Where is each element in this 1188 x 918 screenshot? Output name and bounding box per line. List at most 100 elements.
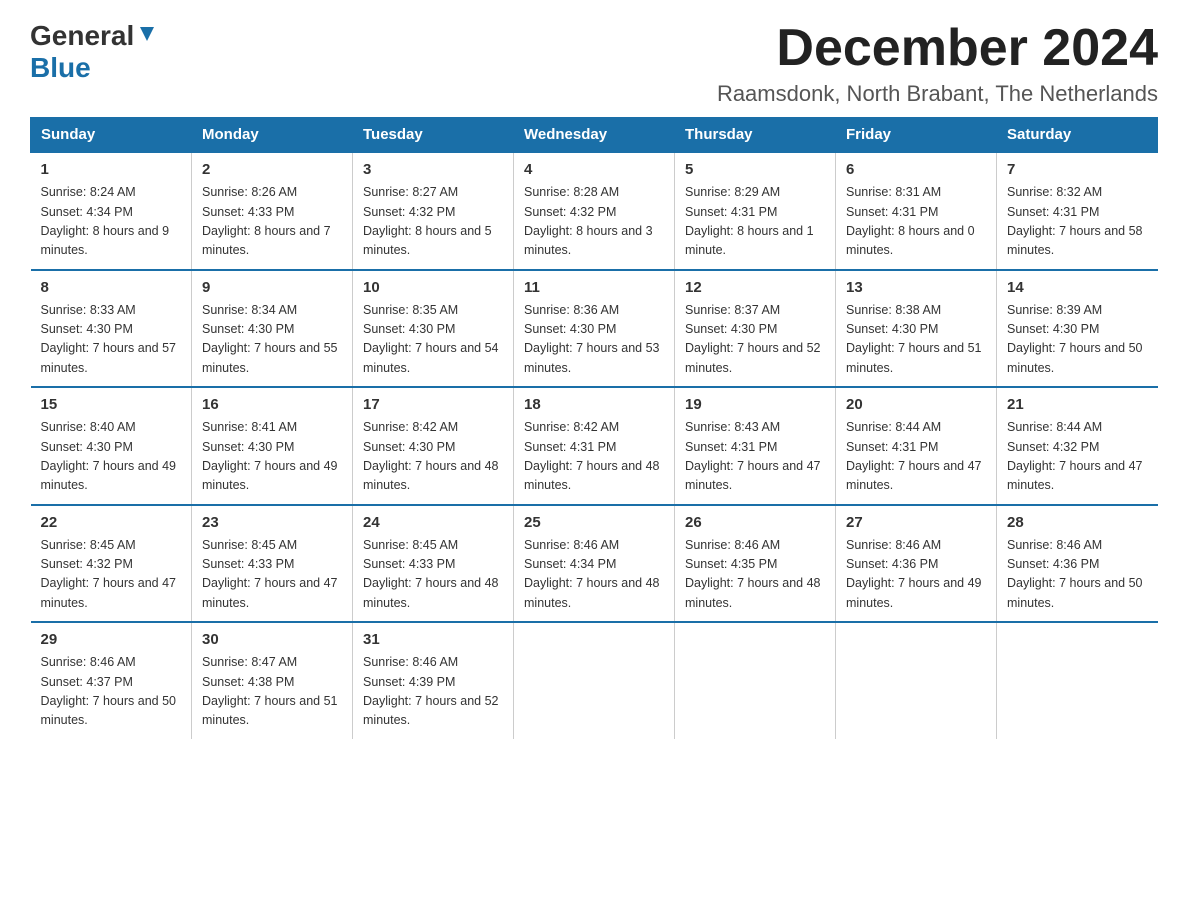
calendar-table: Sunday Monday Tuesday Wednesday Thursday… xyxy=(30,117,1158,739)
col-sunday: Sunday xyxy=(31,118,192,153)
calendar-cell: 1 Sunrise: 8:24 AM Sunset: 4:34 PM Dayli… xyxy=(31,152,192,270)
day-info: Sunrise: 8:43 AM Sunset: 4:31 PM Dayligh… xyxy=(685,418,825,496)
day-info: Sunrise: 8:46 AM Sunset: 4:35 PM Dayligh… xyxy=(685,536,825,614)
logo-general-text: General xyxy=(30,20,134,52)
day-info: Sunrise: 8:29 AM Sunset: 4:31 PM Dayligh… xyxy=(685,183,825,261)
calendar-cell: 5 Sunrise: 8:29 AM Sunset: 4:31 PM Dayli… xyxy=(675,152,836,270)
calendar-cell: 14 Sunrise: 8:39 AM Sunset: 4:30 PM Dayl… xyxy=(997,270,1158,388)
calendar-cell: 12 Sunrise: 8:37 AM Sunset: 4:30 PM Dayl… xyxy=(675,270,836,388)
col-thursday: Thursday xyxy=(675,118,836,153)
location-title: Raamsdonk, North Brabant, The Netherland… xyxy=(717,81,1158,107)
calendar-cell: 8 Sunrise: 8:33 AM Sunset: 4:30 PM Dayli… xyxy=(31,270,192,388)
day-info: Sunrise: 8:33 AM Sunset: 4:30 PM Dayligh… xyxy=(41,301,182,379)
calendar-cell: 30 Sunrise: 8:47 AM Sunset: 4:38 PM Dayl… xyxy=(192,622,353,739)
day-info: Sunrise: 8:42 AM Sunset: 4:31 PM Dayligh… xyxy=(524,418,664,496)
day-info: Sunrise: 8:26 AM Sunset: 4:33 PM Dayligh… xyxy=(202,183,342,261)
day-info: Sunrise: 8:24 AM Sunset: 4:34 PM Dayligh… xyxy=(41,183,182,261)
calendar-cell: 9 Sunrise: 8:34 AM Sunset: 4:30 PM Dayli… xyxy=(192,270,353,388)
day-number: 21 xyxy=(1007,396,1148,413)
calendar-cell: 7 Sunrise: 8:32 AM Sunset: 4:31 PM Dayli… xyxy=(997,152,1158,270)
day-info: Sunrise: 8:45 AM Sunset: 4:32 PM Dayligh… xyxy=(41,536,182,614)
day-number: 8 xyxy=(41,279,182,296)
calendar-cell: 18 Sunrise: 8:42 AM Sunset: 4:31 PM Dayl… xyxy=(514,387,675,505)
day-number: 24 xyxy=(363,514,503,531)
logo: General Blue xyxy=(30,20,158,84)
calendar-cell: 31 Sunrise: 8:46 AM Sunset: 4:39 PM Dayl… xyxy=(353,622,514,739)
day-number: 1 xyxy=(41,161,182,178)
page-header: General Blue December 2024 Raamsdonk, No… xyxy=(30,20,1158,107)
day-info: Sunrise: 8:35 AM Sunset: 4:30 PM Dayligh… xyxy=(363,301,503,379)
day-number: 29 xyxy=(41,631,182,648)
calendar-cell xyxy=(514,622,675,739)
day-info: Sunrise: 8:44 AM Sunset: 4:31 PM Dayligh… xyxy=(846,418,986,496)
calendar-cell: 19 Sunrise: 8:43 AM Sunset: 4:31 PM Dayl… xyxy=(675,387,836,505)
day-number: 20 xyxy=(846,396,986,413)
calendar-body: 1 Sunrise: 8:24 AM Sunset: 4:34 PM Dayli… xyxy=(31,152,1158,739)
day-info: Sunrise: 8:36 AM Sunset: 4:30 PM Dayligh… xyxy=(524,301,664,379)
calendar-cell: 26 Sunrise: 8:46 AM Sunset: 4:35 PM Dayl… xyxy=(675,505,836,623)
calendar-cell: 16 Sunrise: 8:41 AM Sunset: 4:30 PM Dayl… xyxy=(192,387,353,505)
title-block: December 2024 Raamsdonk, North Brabant, … xyxy=(717,20,1158,107)
calendar-cell: 28 Sunrise: 8:46 AM Sunset: 4:36 PM Dayl… xyxy=(997,505,1158,623)
col-friday: Friday xyxy=(836,118,997,153)
calendar-cell: 10 Sunrise: 8:35 AM Sunset: 4:30 PM Dayl… xyxy=(353,270,514,388)
day-number: 16 xyxy=(202,396,342,413)
day-number: 27 xyxy=(846,514,986,531)
calendar-week-row: 22 Sunrise: 8:45 AM Sunset: 4:32 PM Dayl… xyxy=(31,505,1158,623)
calendar-cell: 21 Sunrise: 8:44 AM Sunset: 4:32 PM Dayl… xyxy=(997,387,1158,505)
day-number: 5 xyxy=(685,161,825,178)
day-number: 17 xyxy=(363,396,503,413)
day-number: 15 xyxy=(41,396,182,413)
day-number: 12 xyxy=(685,279,825,296)
day-number: 18 xyxy=(524,396,664,413)
day-info: Sunrise: 8:45 AM Sunset: 4:33 PM Dayligh… xyxy=(363,536,503,614)
day-info: Sunrise: 8:46 AM Sunset: 4:34 PM Dayligh… xyxy=(524,536,664,614)
day-info: Sunrise: 8:31 AM Sunset: 4:31 PM Dayligh… xyxy=(846,183,986,261)
logo-blue-text: Blue xyxy=(30,52,91,84)
day-info: Sunrise: 8:32 AM Sunset: 4:31 PM Dayligh… xyxy=(1007,183,1148,261)
day-number: 9 xyxy=(202,279,342,296)
calendar-header: Sunday Monday Tuesday Wednesday Thursday… xyxy=(31,118,1158,153)
calendar-week-row: 8 Sunrise: 8:33 AM Sunset: 4:30 PM Dayli… xyxy=(31,270,1158,388)
calendar-cell: 27 Sunrise: 8:46 AM Sunset: 4:36 PM Dayl… xyxy=(836,505,997,623)
day-number: 22 xyxy=(41,514,182,531)
day-number: 13 xyxy=(846,279,986,296)
calendar-cell: 6 Sunrise: 8:31 AM Sunset: 4:31 PM Dayli… xyxy=(836,152,997,270)
calendar-week-row: 29 Sunrise: 8:46 AM Sunset: 4:37 PM Dayl… xyxy=(31,622,1158,739)
calendar-cell xyxy=(997,622,1158,739)
calendar-cell: 2 Sunrise: 8:26 AM Sunset: 4:33 PM Dayli… xyxy=(192,152,353,270)
calendar-week-row: 1 Sunrise: 8:24 AM Sunset: 4:34 PM Dayli… xyxy=(31,152,1158,270)
day-info: Sunrise: 8:34 AM Sunset: 4:30 PM Dayligh… xyxy=(202,301,342,379)
calendar-cell: 4 Sunrise: 8:28 AM Sunset: 4:32 PM Dayli… xyxy=(514,152,675,270)
col-tuesday: Tuesday xyxy=(353,118,514,153)
day-number: 19 xyxy=(685,396,825,413)
day-info: Sunrise: 8:46 AM Sunset: 4:36 PM Dayligh… xyxy=(1007,536,1148,614)
calendar-cell: 24 Sunrise: 8:45 AM Sunset: 4:33 PM Dayl… xyxy=(353,505,514,623)
logo-triangle-icon xyxy=(136,23,158,45)
day-info: Sunrise: 8:38 AM Sunset: 4:30 PM Dayligh… xyxy=(846,301,986,379)
day-info: Sunrise: 8:45 AM Sunset: 4:33 PM Dayligh… xyxy=(202,536,342,614)
day-number: 3 xyxy=(363,161,503,178)
day-info: Sunrise: 8:28 AM Sunset: 4:32 PM Dayligh… xyxy=(524,183,664,261)
day-number: 14 xyxy=(1007,279,1148,296)
calendar-cell: 25 Sunrise: 8:46 AM Sunset: 4:34 PM Dayl… xyxy=(514,505,675,623)
calendar-cell xyxy=(836,622,997,739)
day-number: 10 xyxy=(363,279,503,296)
day-number: 31 xyxy=(363,631,503,648)
calendar-cell: 29 Sunrise: 8:46 AM Sunset: 4:37 PM Dayl… xyxy=(31,622,192,739)
col-monday: Monday xyxy=(192,118,353,153)
calendar-cell: 17 Sunrise: 8:42 AM Sunset: 4:30 PM Dayl… xyxy=(353,387,514,505)
day-number: 23 xyxy=(202,514,342,531)
day-number: 11 xyxy=(524,279,664,296)
day-info: Sunrise: 8:42 AM Sunset: 4:30 PM Dayligh… xyxy=(363,418,503,496)
day-info: Sunrise: 8:39 AM Sunset: 4:30 PM Dayligh… xyxy=(1007,301,1148,379)
day-info: Sunrise: 8:27 AM Sunset: 4:32 PM Dayligh… xyxy=(363,183,503,261)
col-saturday: Saturday xyxy=(997,118,1158,153)
day-number: 7 xyxy=(1007,161,1148,178)
calendar-cell: 15 Sunrise: 8:40 AM Sunset: 4:30 PM Dayl… xyxy=(31,387,192,505)
calendar-cell xyxy=(675,622,836,739)
day-info: Sunrise: 8:46 AM Sunset: 4:39 PM Dayligh… xyxy=(363,653,503,731)
calendar-cell: 20 Sunrise: 8:44 AM Sunset: 4:31 PM Dayl… xyxy=(836,387,997,505)
day-number: 26 xyxy=(685,514,825,531)
day-info: Sunrise: 8:41 AM Sunset: 4:30 PM Dayligh… xyxy=(202,418,342,496)
